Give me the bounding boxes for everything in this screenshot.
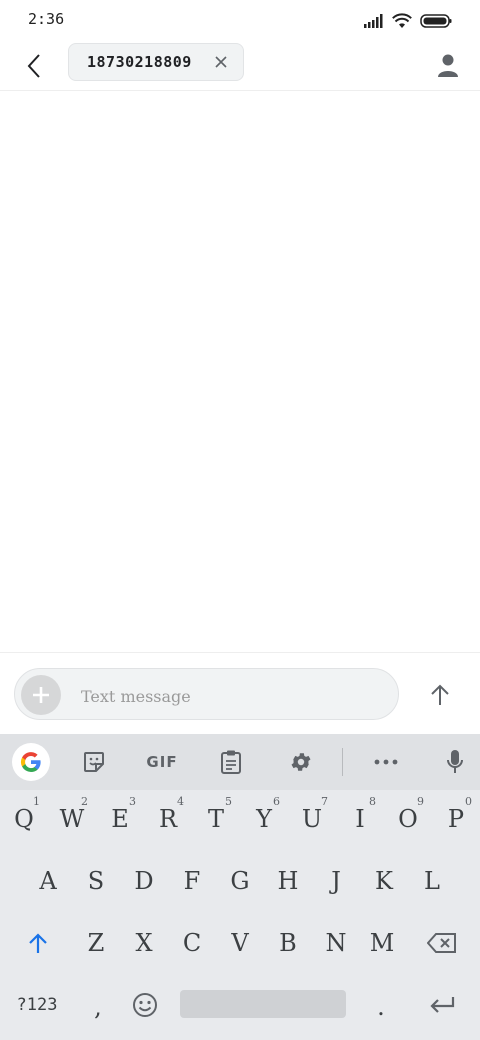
key-u[interactable]: U7	[289, 791, 335, 847]
key-y[interactable]: Y6	[241, 791, 287, 847]
key-o[interactable]: O9	[385, 791, 431, 847]
keyboard-toolbar: GIF	[0, 734, 480, 790]
shift-arrow-icon	[29, 933, 47, 953]
shift-key[interactable]	[8, 915, 68, 971]
comma-key[interactable]: ,	[76, 979, 120, 1035]
key-v[interactable]: V	[217, 915, 263, 971]
emoji-icon	[133, 993, 157, 1017]
signal-icon	[364, 14, 383, 28]
gear-icon	[291, 753, 311, 771]
status-bar: 2:36	[0, 0, 480, 40]
person-icon	[438, 54, 458, 77]
key-w[interactable]: W2	[49, 791, 95, 847]
key-k[interactable]: K	[361, 853, 407, 909]
back-button[interactable]	[16, 48, 52, 84]
key-a[interactable]: A	[25, 853, 71, 909]
gif-label: GIF	[146, 753, 178, 771]
key-j[interactable]: J	[313, 853, 359, 909]
voice-input-button[interactable]	[435, 742, 475, 782]
microphone-icon	[447, 750, 463, 773]
google-icon	[20, 752, 41, 772]
compose-bar	[0, 652, 480, 735]
settings-button[interactable]	[281, 742, 321, 782]
key-z[interactable]: Z	[73, 915, 119, 971]
attach-button[interactable]	[21, 675, 61, 715]
sticker-button[interactable]	[74, 742, 114, 782]
clipboard-button[interactable]	[211, 742, 251, 782]
key-b[interactable]: B	[265, 915, 311, 971]
more-horizontal-icon	[374, 759, 398, 765]
sticker-icon	[84, 752, 104, 772]
key-i[interactable]: I8	[337, 791, 383, 847]
emoji-key[interactable]	[122, 977, 168, 1033]
message-list	[0, 91, 480, 652]
key-g[interactable]: G	[217, 853, 263, 909]
period-key[interactable]: .	[358, 979, 404, 1035]
key-h[interactable]: H	[265, 853, 311, 909]
google-search-button[interactable]	[12, 743, 50, 781]
message-input[interactable]	[79, 683, 383, 709]
status-icons	[364, 11, 452, 31]
key-d[interactable]: D	[121, 853, 167, 909]
toolbar-divider	[342, 748, 343, 776]
clipboard-icon	[221, 750, 241, 774]
send-button[interactable]	[420, 675, 460, 715]
backspace-key[interactable]	[412, 915, 472, 971]
key-f[interactable]: F	[169, 853, 215, 909]
key-s[interactable]: S	[73, 853, 119, 909]
compose-field[interactable]	[14, 668, 399, 720]
recipient-chip[interactable]: 18730218809	[68, 43, 244, 81]
plus-icon	[33, 687, 49, 703]
contact-button[interactable]	[430, 48, 466, 84]
enter-key[interactable]	[412, 977, 472, 1033]
status-time: 2:36	[28, 10, 65, 28]
key-q[interactable]: Q1	[1, 791, 47, 847]
battery-icon	[420, 14, 452, 28]
space-key[interactable]	[180, 990, 346, 1018]
gif-button[interactable]: GIF	[138, 742, 186, 782]
conversation-header: 18730218809	[0, 40, 480, 91]
key-e[interactable]: E3	[97, 791, 143, 847]
key-r[interactable]: R4	[145, 791, 191, 847]
symbols-key[interactable]: ?123	[4, 977, 70, 1033]
arrow-up-icon	[431, 684, 449, 705]
more-button[interactable]	[366, 742, 406, 782]
key-t[interactable]: T5	[193, 791, 239, 847]
key-c[interactable]: C	[169, 915, 215, 971]
key-x[interactable]: X	[121, 915, 167, 971]
key-p[interactable]: P0	[433, 791, 479, 847]
arrow-back-icon	[27, 54, 40, 78]
keyboard: GIF Q 1 W 2 E 3 R 4 T 5 Y 6 U 7 I 8 O 9 …	[0, 734, 480, 1040]
enter-icon	[430, 997, 455, 1013]
recipient-number: 18730218809	[87, 53, 192, 71]
key-l[interactable]: L	[409, 853, 455, 909]
backspace-icon	[427, 933, 456, 953]
wifi-icon	[392, 13, 412, 28]
key-m[interactable]: M	[359, 915, 405, 971]
key-n[interactable]: N	[313, 915, 359, 971]
close-icon[interactable]	[213, 54, 229, 70]
